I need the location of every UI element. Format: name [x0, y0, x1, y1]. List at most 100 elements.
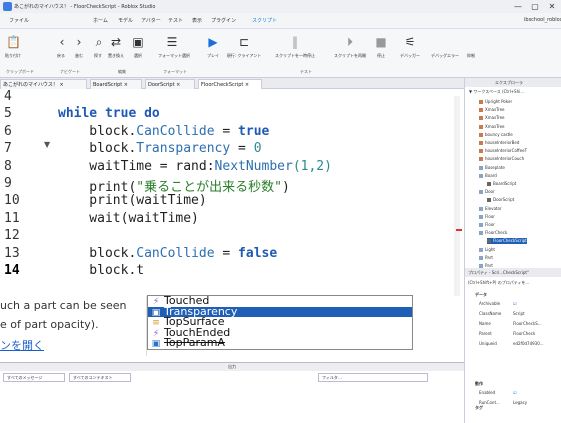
tab-place[interactable]: あこがれのマイハウス！ ×: [0, 79, 87, 89]
property-name: Parent: [479, 331, 492, 336]
menu-model[interactable]: モデル: [118, 17, 133, 24]
tab-floorcheckscript[interactable]: FloorCheckScript ×: [198, 79, 262, 89]
explorer-item[interactable]: bouncy castle: [479, 132, 513, 138]
find-button[interactable]: ⌕ 探す: [92, 35, 104, 59]
explorer-item[interactable]: XmasTree: [479, 124, 505, 130]
property-value[interactable]: Legacy: [513, 400, 527, 405]
explorer-item[interactable]: houseInteriorCouch: [479, 156, 524, 162]
property-value[interactable]: ed2f0d7d930...: [513, 341, 544, 346]
property-value[interactable]: FloorCheckS...: [513, 321, 542, 326]
stop-icon: ■: [375, 35, 387, 49]
explorer-item-label: houseInteriorCoffeeT: [485, 148, 528, 154]
code-line[interactable]: block.CanCollide = false: [58, 246, 277, 261]
account-name[interactable]: ibschool_roblox: [524, 17, 561, 23]
explorer-item[interactable]: Baseplate: [479, 165, 505, 171]
replace-button[interactable]: ⇄ 置き換え: [106, 35, 126, 59]
property-value[interactable]: FloorCheck: [513, 331, 535, 336]
stop-button[interactable]: ■ 停止: [374, 35, 388, 59]
menu-view[interactable]: 表示: [192, 17, 202, 24]
explorer-item[interactable]: DoorScript: [487, 197, 514, 203]
section-behavior[interactable]: 動作: [475, 381, 483, 387]
debug-errors-button[interactable]: デバッグエラー: [430, 35, 460, 59]
properties-title: プロパティ - Scri...CheckScript": [465, 268, 561, 277]
format-selection-button[interactable]: ☰ フォーマット選択: [158, 35, 190, 59]
explorer-panel: エクスプローラ ▼ ワークスペース (Ctrl+Shi... Upright P…: [464, 78, 561, 268]
explorer-item-label: XmasTree: [485, 115, 505, 121]
object-icon: [479, 190, 483, 195]
tab-doorscript[interactable]: DoorScript ×: [145, 79, 195, 89]
tab-boardscript[interactable]: BoardScript ×: [90, 79, 142, 89]
explorer-item[interactable]: Light: [479, 247, 495, 253]
section-data[interactable]: データ: [475, 292, 487, 298]
object-icon: [479, 165, 483, 170]
code-line[interactable]: block.CanCollide = true: [58, 124, 269, 139]
code-line[interactable]: wait(waitTime): [58, 211, 199, 226]
play-button[interactable]: ▶ プレイ: [206, 35, 220, 59]
explorer-item[interactable]: XmasTree: [479, 107, 505, 113]
explorer-item[interactable]: Floor: [479, 222, 495, 228]
code-line[interactable]: print("乗ることが出来る秒数"): [58, 176, 289, 195]
property-value[interactable]: ☑: [513, 301, 517, 306]
explorer-item[interactable]: houseInteriorCoffeeT: [479, 148, 527, 154]
paste-button[interactable]: 📋 貼り付け: [3, 35, 23, 59]
replace-icon: ⇄: [110, 35, 122, 49]
explorer-item[interactable]: Floor: [479, 214, 495, 220]
line-number: 8: [4, 158, 12, 174]
explorer-item[interactable]: FloorCheckScript: [487, 238, 527, 245]
group-format: フォーマット: [163, 69, 187, 74]
tooltip-link[interactable]: ンを開く: [0, 337, 44, 353]
script-editor[interactable]: 4 5 6 7 8 9 10 11 12 13 14 while true do block.Can…: [0, 89, 464, 300]
code-line[interactable]: print(waitTime): [58, 193, 206, 208]
property-value[interactable]: Script: [513, 311, 525, 316]
code-line[interactable]: waitTime = rand:NextNumber(1,2): [58, 159, 332, 174]
output-filter-input[interactable]: フィルタ...: [318, 373, 428, 382]
explorer-item[interactable]: Door: [479, 189, 495, 195]
debugger-button[interactable]: ⚟ デバッガー: [396, 35, 424, 59]
menu-file[interactable]: ファイル: [9, 17, 29, 24]
autocomplete-item[interactable]: ▣ TopParamA: [148, 337, 412, 349]
forward-button[interactable]: › 進む: [72, 35, 86, 59]
code-line[interactable]: block.Transparency = 0: [58, 141, 261, 156]
menu-plugins[interactable]: プラグイン: [211, 17, 236, 24]
explorer-item[interactable]: BoardScript: [487, 181, 516, 187]
window-title: あこがれのマイハウス！ - FloorCheckScript - Roblox …: [14, 4, 156, 10]
code-line[interactable]: while true do: [58, 106, 160, 121]
play-icon: ▶: [208, 35, 218, 49]
editor-scrollbar[interactable]: [454, 96, 460, 296]
explorer-search[interactable]: ▼ ワークスペース (Ctrl+Shi...: [469, 89, 524, 95]
suppress-button[interactable]: 抑制: [466, 35, 476, 59]
property-value[interactable]: ☑: [513, 390, 517, 395]
code-line[interactable]: block.t: [58, 263, 144, 278]
close-button[interactable]: ✕: [544, 1, 560, 12]
menu-test[interactable]: テスト: [168, 17, 183, 24]
menu-home[interactable]: ホーム: [93, 17, 108, 24]
explorer-item[interactable]: Elevator: [479, 206, 502, 212]
maximize-button[interactable]: ▢: [527, 1, 543, 12]
explorer-item[interactable]: Upright Poker: [479, 99, 512, 105]
message-filter-select[interactable]: すべてのメッセージ: [3, 373, 65, 382]
explorer-item-label: Light: [485, 246, 495, 252]
select-button[interactable]: ▣ 選択: [130, 35, 146, 59]
pause-script-button[interactable]: ‖ スクリプトを一時停止: [268, 35, 322, 59]
explorer-item-label: Elevator: [485, 205, 502, 211]
minimize-button[interactable]: —: [510, 1, 526, 12]
menu-script[interactable]: スクリプト: [252, 17, 277, 24]
explorer-item[interactable]: XmasTree: [479, 115, 505, 121]
output-title: 出力: [0, 363, 464, 371]
fold-arrow-icon[interactable]: ▼: [44, 140, 50, 149]
context-filter-select[interactable]: すべてのコンテキスト: [69, 373, 131, 382]
menu-bar: ファイル ホーム モデル アバター テスト 表示 プラグイン スクリプト ibs…: [0, 13, 561, 29]
client-mode-button[interactable]: ⊏ 現行: クライアント: [226, 35, 262, 59]
properties-filter[interactable]: (Ctrl+Shift+P) のプロパティを...: [468, 280, 529, 286]
property-name: Archivable: [479, 301, 501, 306]
resume-script-button[interactable]: ⏵ スクリプトを再開: [330, 35, 370, 59]
menu-avatar[interactable]: アバター: [141, 17, 161, 24]
properties-panel: プロパティ - Scri...CheckScript" (Ctrl+Shift+…: [464, 268, 561, 423]
back-button[interactable]: ‹ 戻る: [55, 35, 67, 59]
explorer-item[interactable]: FloorCheck: [479, 230, 507, 236]
section-tags[interactable]: タグ: [475, 405, 483, 411]
explorer-item[interactable]: Board: [479, 173, 497, 179]
explorer-item[interactable]: Part: [479, 255, 493, 261]
object-icon: [479, 231, 483, 236]
explorer-item[interactable]: houseInteriorBed: [479, 140, 519, 146]
